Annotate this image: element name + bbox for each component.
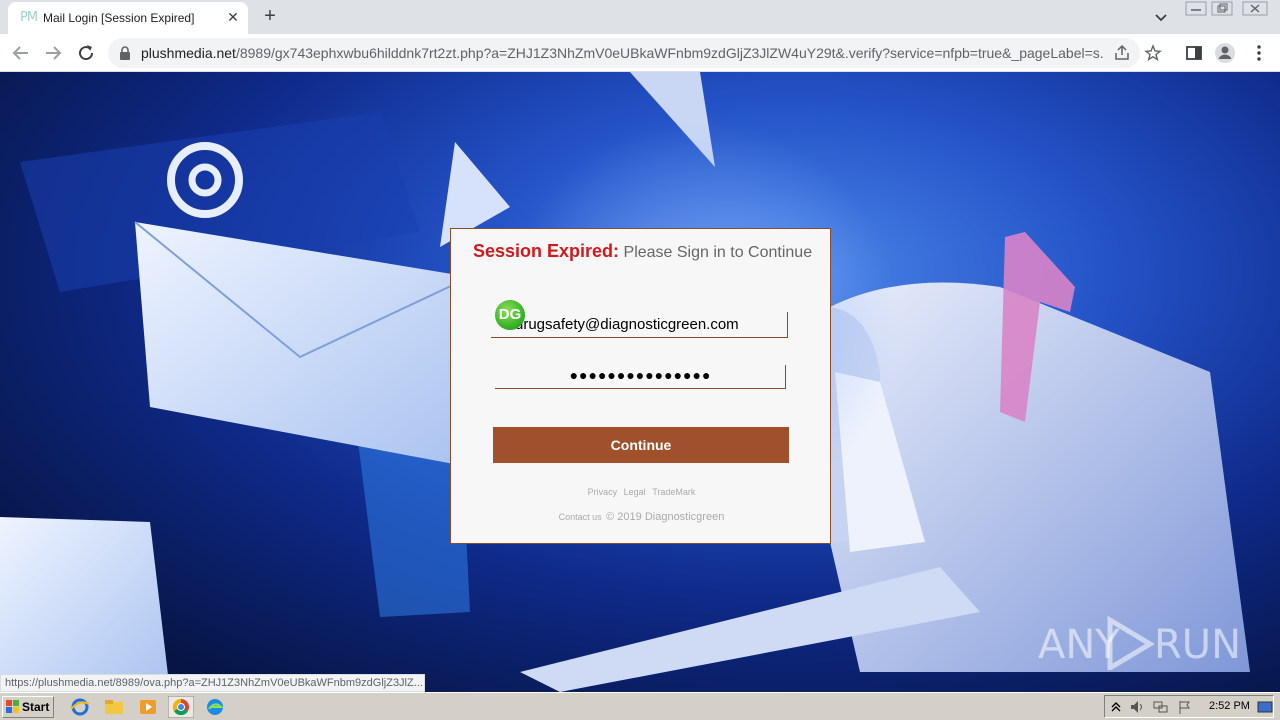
anyrun-watermark-logo: ANY RUN	[1038, 615, 1238, 670]
reload-icon[interactable]	[73, 40, 99, 66]
start-label: Start	[22, 700, 50, 714]
trademark-link[interactable]: TradeMark	[652, 487, 695, 497]
kebab-menu-icon[interactable]	[1248, 42, 1270, 64]
login-card: Session Expired: Please Sign in to Conti…	[450, 228, 831, 544]
password-mask: ●●●●●●●●●●●●●●●	[569, 367, 712, 383]
volume-icon[interactable]	[1129, 699, 1145, 715]
session-expired-label: Session Expired:	[473, 241, 620, 261]
url-path: /8989/gx743ephxwbu6hilddnk7rt2zt.php?a=Z…	[235, 45, 1103, 61]
password-field[interactable]: ●●●●●●●●●●●●●●●	[495, 365, 786, 389]
copyright-line: Contact us © 2019 Diagnosticgreen	[451, 507, 832, 525]
email-value: drugsafety@diagnosticgreen.com	[515, 316, 739, 333]
back-arrow-icon[interactable]	[8, 40, 34, 66]
action-center-flag-icon[interactable]	[1177, 699, 1193, 715]
link-status-bubble: https://plushmedia.net/8989/ova.php?a=ZH…	[0, 674, 425, 692]
legal-link[interactable]: Legal	[624, 487, 646, 497]
url-host: plushmedia.net	[141, 45, 236, 61]
system-tray: 2:52 PM	[1104, 695, 1274, 718]
media-player-icon[interactable]	[136, 697, 160, 717]
lock-icon[interactable]	[118, 45, 132, 61]
browser-toolbar: plushmedia.net/8989/gx743ephxwbu6hilddnk…	[0, 34, 1280, 72]
address-bar[interactable]: plushmedia.net/8989/gx743ephxwbu6hilddnk…	[108, 38, 1162, 68]
page-viewport: Session Expired: Please Sign in to Conti…	[0, 72, 1280, 692]
start-button[interactable]: Start	[2, 696, 54, 718]
chrome-icon[interactable]	[168, 696, 194, 718]
avatar: DG	[495, 300, 525, 330]
tab-close-icon[interactable]: ✕	[224, 8, 242, 26]
file-explorer-icon[interactable]	[102, 697, 126, 717]
footer-links: Privacy Legal TradeMark	[451, 487, 832, 497]
sidebar-icon[interactable]	[1183, 42, 1205, 64]
envelope-large	[135, 222, 470, 467]
restore-window-icon[interactable]	[1209, 0, 1235, 18]
share-icon[interactable]	[1113, 44, 1131, 62]
show-desktop-icon[interactable]	[1257, 699, 1273, 715]
tab-title: Mail Login [Session Expired]	[43, 11, 195, 25]
taskbar-clock[interactable]: 2:52 PM	[1209, 700, 1250, 712]
forward-arrow-icon[interactable]	[40, 40, 66, 66]
privacy-link[interactable]: Privacy	[588, 487, 618, 497]
url-text[interactable]: plushmedia.net/8989/gx743ephxwbu6hilddnk…	[141, 45, 1103, 61]
browser-tab[interactable]: PM Mail Login [Session Expired] ✕	[8, 2, 248, 34]
profile-icon[interactable]	[1214, 42, 1236, 64]
minimize-window-icon[interactable]	[1183, 0, 1209, 18]
continue-button[interactable]: Continue	[493, 427, 789, 463]
network-icon[interactable]	[1153, 699, 1169, 715]
card-heading: Session Expired: Please Sign in to Conti…	[473, 241, 812, 262]
copyright-text: © 2019 Diagnosticgreen	[606, 511, 725, 523]
windows-logo-icon	[6, 700, 19, 713]
envelope-bottom-left	[0, 517, 170, 692]
taskbar: Start 2:52 PM	[0, 692, 1280, 720]
star-icon[interactable]	[1144, 44, 1162, 62]
email-field[interactable]: drugsafety@diagnosticgreen.com	[491, 312, 788, 338]
close-window-icon[interactable]	[1240, 0, 1270, 18]
tab-search-chevron-icon[interactable]	[1150, 7, 1172, 27]
edge-icon[interactable]	[203, 697, 227, 717]
tab-favicon: PM	[20, 10, 38, 25]
tray-expand-icon[interactable]	[1111, 700, 1121, 714]
watermark-text-right: RUN	[1154, 622, 1238, 668]
sign-in-prompt: Please Sign in to Continue	[623, 244, 813, 261]
internet-explorer-icon[interactable]	[68, 697, 92, 717]
tab-strip: PM Mail Login [Session Expired] ✕ +	[0, 0, 1280, 34]
contact-us-link[interactable]: Contact us	[559, 512, 602, 522]
new-tab-plus-icon[interactable]: +	[258, 4, 282, 28]
